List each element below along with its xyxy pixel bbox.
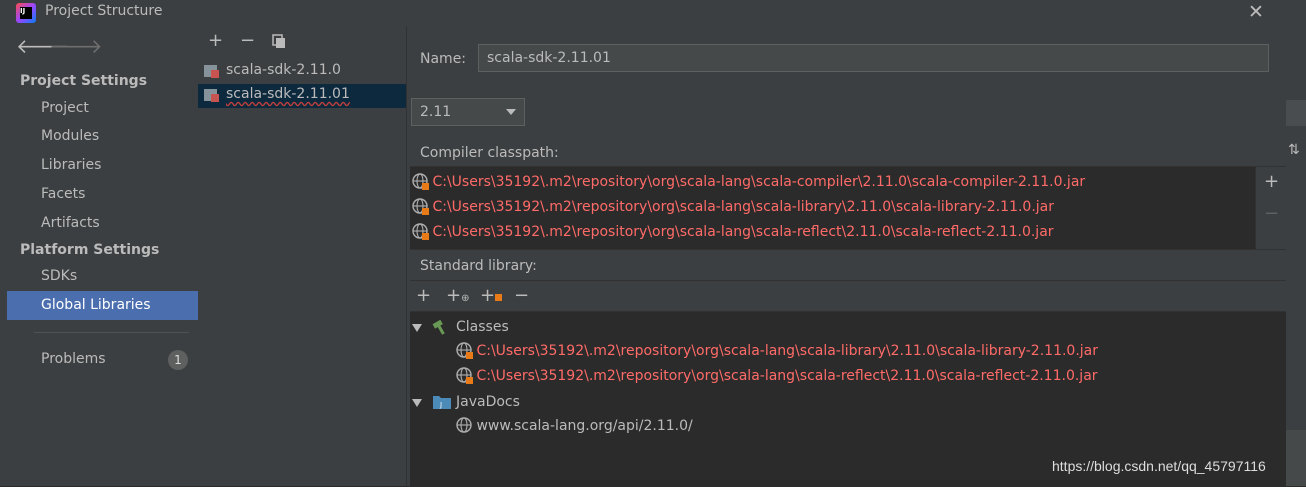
library-detail-panel: Name: 2.11 Compiler classpath: C:\Users\…	[407, 26, 1287, 487]
jar-globe-icon	[412, 223, 429, 240]
intellij-logo-icon: IJ	[16, 3, 36, 23]
background-window-edge-left	[0, 26, 7, 486]
javadocs-row[interactable]: www.scala-lang.org/api/2.11.0/	[456, 417, 693, 434]
remove-icon[interactable]: −	[514, 285, 529, 306]
classpath-path: C:\Users\35192\.m2\repository\org\scala-…	[432, 224, 1054, 240]
remove-icon[interactable]: −	[240, 30, 255, 51]
standard-library-label: Standard library:	[420, 258, 537, 274]
platform-settings-header: Platform Settings	[20, 242, 160, 258]
sort-icon: ⇅	[1288, 142, 1300, 158]
title-bar: IJ Project Structure ✕	[0, 0, 1306, 26]
library-item-label: scala-sdk-2.11.0	[226, 62, 341, 78]
jar-globe-icon	[456, 367, 473, 384]
library-icon	[204, 65, 219, 78]
close-icon[interactable]: ✕	[1248, 1, 1264, 23]
tree-node-label: JavaDocs	[456, 394, 520, 410]
chevron-down-icon	[506, 109, 516, 115]
add-jar-icon[interactable]: +	[480, 285, 503, 306]
name-input[interactable]	[478, 44, 1269, 72]
hammer-icon	[432, 319, 450, 339]
project-settings-header: Project Settings	[20, 73, 148, 89]
library-item-scala-sdk-2-11-01[interactable]: scala-sdk-2.11.01	[198, 84, 406, 108]
copy-icon[interactable]	[272, 34, 286, 49]
nav-item-label: Global Libraries	[41, 297, 151, 313]
remove-icon[interactable]: −	[1264, 203, 1279, 224]
logo-text: IJ	[20, 7, 32, 19]
globe-icon	[456, 417, 472, 433]
nav-item-sdks[interactable]: SDKs	[41, 268, 77, 284]
scala-version-select[interactable]: 2.11	[411, 98, 525, 126]
nav-separator	[34, 332, 189, 333]
classes-path: C:\Users\35192\.m2\repository\org\scala-…	[476, 343, 1099, 359]
jar-globe-icon	[412, 198, 429, 215]
add-icon[interactable]: +	[208, 30, 223, 51]
nav-item-facets[interactable]: Facets	[41, 186, 85, 202]
classpath-row[interactable]: C:\Users\35192\.m2\repository\org\scala-…	[412, 173, 1085, 190]
classes-row[interactable]: C:\Users\35192\.m2\repository\org\scala-…	[456, 342, 1098, 359]
javadocs-url: www.scala-lang.org/api/2.11.0/	[476, 418, 693, 434]
classpath-row[interactable]: C:\Users\35192\.m2\repository\org\scala-…	[412, 223, 1054, 240]
tree-node-classes[interactable]: Classes	[410, 317, 1286, 341]
classpath-toolbar: + −	[1255, 167, 1287, 249]
compiler-classpath-list: C:\Users\35192\.m2\repository\org\scala-…	[410, 166, 1287, 250]
library-list-panel: + − scala-sdk-2.11.0 scala-sdk-2.11.01	[198, 26, 407, 486]
classes-path: C:\Users\35192\.m2\repository\org\scala-…	[476, 368, 1098, 384]
name-label: Name:	[420, 51, 467, 67]
expand-arrow-icon[interactable]	[412, 399, 422, 407]
classpath-path: C:\Users\35192\.m2\repository\org\scala-…	[432, 199, 1055, 215]
classes-row[interactable]: C:\Users\35192\.m2\repository\org\scala-…	[456, 367, 1098, 384]
problems-count-badge: 1	[168, 350, 188, 370]
nav-item-libraries[interactable]: Libraries	[41, 157, 101, 173]
background-window-edge-right	[1286, 26, 1306, 486]
add-url-icon[interactable]: +⊕	[446, 285, 469, 306]
library-item-label: scala-sdk-2.11.01	[226, 86, 350, 102]
nav-item-global-libraries[interactable]: Global Libraries	[7, 291, 198, 320]
jar-globe-icon	[456, 342, 473, 359]
nav-item-project[interactable]: Project	[41, 100, 89, 116]
library-item-scala-sdk-2-11-0[interactable]: scala-sdk-2.11.0	[198, 60, 406, 84]
classpath-path: C:\Users\35192\.m2\repository\org\scala-…	[432, 174, 1086, 190]
nav-item-artifacts[interactable]: Artifacts	[41, 215, 100, 231]
nav-item-modules[interactable]: Modules	[41, 128, 99, 144]
expand-arrow-icon[interactable]	[412, 324, 422, 332]
watermark-text: https://blog.csdn.net/qq_45797116	[1052, 458, 1266, 474]
forward-arrow-icon[interactable]: 🡒	[49, 34, 103, 58]
classpath-row[interactable]: C:\Users\35192\.m2\repository\org\scala-…	[412, 198, 1054, 215]
compiler-classpath-label: Compiler classpath:	[420, 145, 559, 161]
svg-text:J: J	[439, 401, 442, 409]
library-icon	[204, 89, 219, 102]
add-icon[interactable]: +	[416, 285, 431, 306]
window-title: Project Structure	[45, 3, 163, 19]
tree-node-javadocs[interactable]: J JavaDocs	[410, 392, 1286, 416]
add-icon[interactable]: +	[1264, 171, 1279, 192]
folder-icon: J	[432, 394, 452, 414]
nav-item-problems[interactable]: Problems	[41, 351, 106, 367]
settings-nav: 🡐 🡒 Project Settings Project Modules Lib…	[7, 26, 198, 486]
scala-version-value: 2.11	[420, 104, 452, 120]
standard-library-toolbar: + +⊕ + −	[410, 281, 1286, 312]
jar-globe-icon	[412, 173, 429, 190]
standard-library-tree: + +⊕ + − Classes C:\Users\35192\.m2\repo…	[410, 280, 1286, 487]
tree-node-label: Classes	[456, 319, 509, 335]
